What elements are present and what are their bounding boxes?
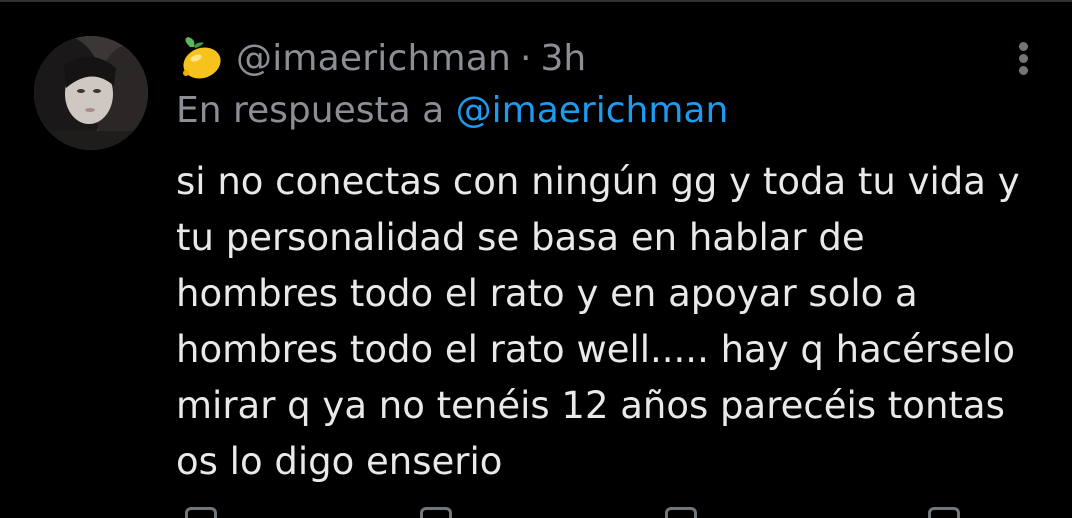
tweet-header: @imaerichman · 3h bbox=[176, 33, 586, 83]
tweet-text-line: mirar q ya no tenéis 12 años parecéis to… bbox=[176, 384, 1005, 427]
reply-context: En respuesta a @imaerichman bbox=[176, 90, 728, 131]
avatar[interactable] bbox=[34, 36, 148, 150]
retweet-icon[interactable] bbox=[420, 507, 452, 518]
action-bar-partial bbox=[0, 505, 1072, 518]
tweet-text-line: os lo digo enserio bbox=[176, 440, 503, 483]
tweet-text-line: tu personalidad se basa en hablar de bbox=[176, 216, 865, 259]
tweet-text: si no conectas con ningún gg y toda tu v… bbox=[176, 154, 1046, 490]
more-vertical-icon[interactable] bbox=[1010, 40, 1038, 76]
tweet-text-line: hombres todo el rato well..... hay q hac… bbox=[176, 328, 1016, 371]
author-handle[interactable]: @imaerichman bbox=[236, 38, 511, 79]
tweet-text-line: hombres todo el rato y en apoyar solo a bbox=[176, 272, 918, 315]
timestamp[interactable]: 3h bbox=[541, 38, 587, 79]
like-icon[interactable] bbox=[665, 507, 697, 518]
reply-prefix: En respuesta a bbox=[176, 90, 445, 131]
reply-mention-link[interactable]: @imaerichman bbox=[456, 90, 729, 131]
reply-icon[interactable] bbox=[185, 507, 217, 518]
lemon-icon bbox=[183, 37, 221, 79]
views-icon[interactable] bbox=[928, 507, 960, 518]
tweet[interactable]: @imaerichman · 3h En respuesta a @imaeri… bbox=[0, 0, 1072, 518]
separator-dot: · bbox=[520, 37, 532, 79]
tweet-text-line: si no conectas con ningún gg y toda tu v… bbox=[176, 160, 1020, 203]
avatar-photo bbox=[34, 36, 148, 150]
